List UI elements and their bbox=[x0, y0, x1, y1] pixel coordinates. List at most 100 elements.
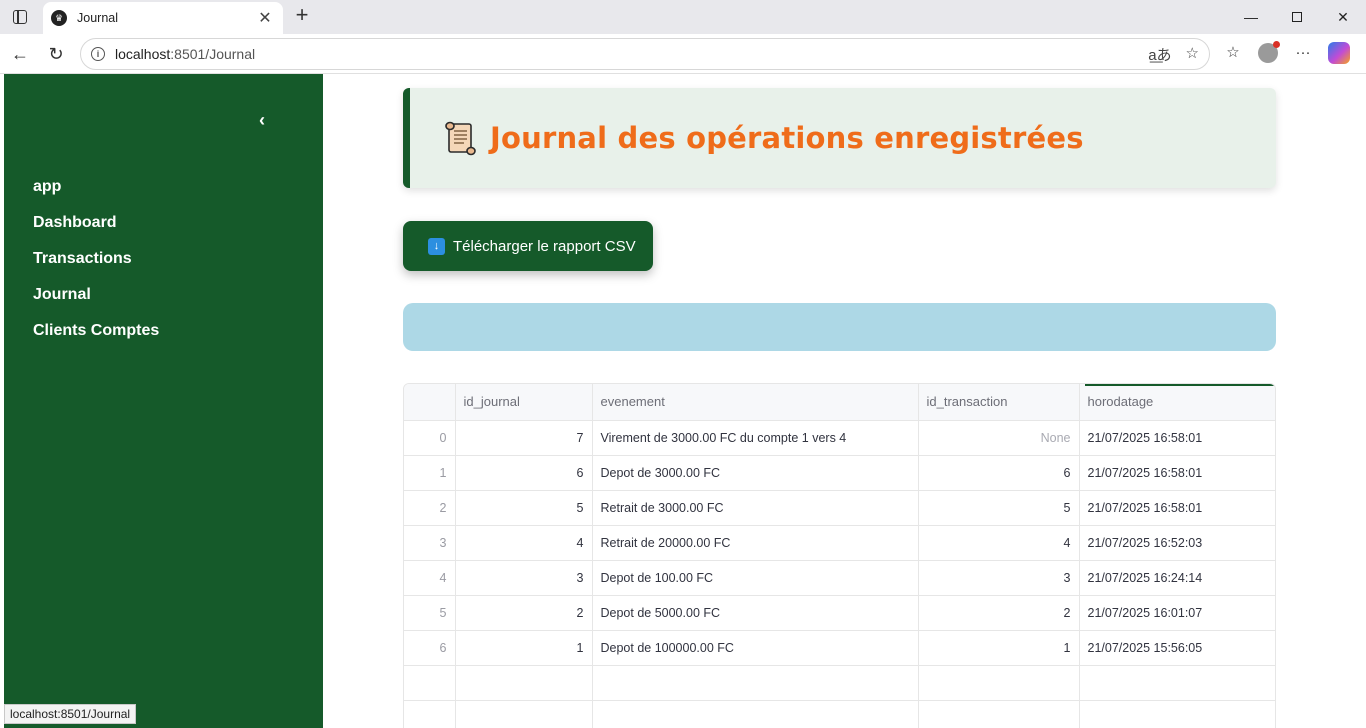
table-row[interactable]: 0 7 Virement de 3000.00 FC du compte 1 v… bbox=[404, 420, 1275, 456]
empty-cell bbox=[455, 700, 593, 728]
info-banner bbox=[403, 303, 1276, 351]
browser-tab[interactable]: ♛ Journal ✕ bbox=[43, 2, 283, 34]
cell-horodatage[interactable]: 21/07/2025 16:58:01 bbox=[1079, 490, 1275, 526]
cell-id-journal[interactable]: 6 bbox=[455, 455, 593, 491]
more-options-icon[interactable]: ··· bbox=[1292, 42, 1314, 64]
cell-horodatage[interactable]: 21/07/2025 16:52:03 bbox=[1079, 525, 1275, 561]
url-field[interactable]: i localhost:8501/Journal a͟あ ☆ bbox=[80, 38, 1210, 70]
table-row[interactable]: 4 3 Depot de 100.00 FC 3 21/07/2025 16:2… bbox=[404, 560, 1275, 596]
sidebar-item-transactions[interactable]: Transactions bbox=[33, 248, 159, 284]
row-index: 2 bbox=[404, 490, 456, 526]
table-empty-row bbox=[404, 665, 1275, 701]
journal-table[interactable]: id_journal evenement id_transaction horo… bbox=[403, 383, 1276, 728]
cell-id-transaction[interactable]: 1 bbox=[918, 630, 1080, 666]
row-index: 5 bbox=[404, 595, 456, 631]
tab-close-icon[interactable]: ✕ bbox=[255, 8, 275, 28]
row-index: 0 bbox=[404, 420, 456, 456]
site-info-icon[interactable]: i bbox=[91, 47, 105, 61]
cell-id-journal[interactable]: 4 bbox=[455, 525, 593, 561]
table-row[interactable]: 5 2 Depot de 5000.00 FC 2 21/07/2025 16:… bbox=[404, 595, 1275, 631]
back-arrow-icon[interactable]: ← bbox=[8, 42, 32, 66]
sidebar-item-app[interactable]: app bbox=[33, 176, 159, 212]
cell-horodatage[interactable]: 21/07/2025 16:58:01 bbox=[1079, 420, 1275, 456]
sidebar-item-clients-comptes[interactable]: Clients Comptes bbox=[33, 320, 159, 356]
empty-cell bbox=[592, 665, 919, 701]
column-header-evenement[interactable]: evenement bbox=[592, 384, 919, 421]
down-arrow-icon: ↓ bbox=[428, 237, 445, 255]
streamlit-favicon-icon: ♛ bbox=[51, 10, 67, 26]
sidebar-item-dashboard[interactable]: Dashboard bbox=[33, 212, 159, 248]
download-csv-button[interactable]: ↓ Télécharger le rapport CSV bbox=[403, 221, 653, 271]
url-path: :8501/Journal bbox=[170, 46, 256, 62]
page-title: Journal des opérations enregistrées bbox=[490, 121, 1084, 155]
cell-evenement[interactable]: Retrait de 3000.00 FC bbox=[592, 490, 919, 526]
favorites-list-icon[interactable]: ☆ bbox=[1222, 42, 1244, 64]
sidebar-item-journal[interactable]: Journal bbox=[33, 284, 159, 320]
empty-cell bbox=[455, 665, 593, 701]
reload-icon[interactable]: ↻ bbox=[44, 42, 68, 66]
download-csv-label: Télécharger le rapport CSV bbox=[453, 237, 636, 255]
cell-horodatage[interactable]: 21/07/2025 16:24:14 bbox=[1079, 560, 1275, 596]
column-header-id-transaction[interactable]: id_transaction bbox=[918, 384, 1080, 421]
cell-evenement[interactable]: Depot de 3000.00 FC bbox=[592, 455, 919, 491]
row-index: 3 bbox=[404, 525, 456, 561]
minimize-icon[interactable]: — bbox=[1228, 4, 1274, 30]
table-header-row: id_journal evenement id_transaction horo… bbox=[404, 384, 1275, 421]
cell-horodatage[interactable]: 21/07/2025 15:56:05 bbox=[1079, 630, 1275, 666]
row-index: 4 bbox=[404, 560, 456, 596]
tab-title: Journal bbox=[77, 11, 118, 25]
url-text: localhost:8501/Journal bbox=[115, 46, 255, 62]
table-row[interactable]: 1 6 Depot de 3000.00 FC 6 21/07/2025 16:… bbox=[404, 455, 1275, 491]
link-status-tooltip: localhost:8501/Journal bbox=[4, 704, 137, 724]
cell-id-journal[interactable]: 1 bbox=[455, 630, 593, 666]
empty-cell bbox=[592, 700, 919, 728]
main-content: Journal des opérations enregistrées ↓ Té… bbox=[323, 74, 1366, 728]
favorite-star-icon[interactable]: ☆ bbox=[1186, 44, 1199, 65]
cell-horodatage[interactable]: 21/07/2025 16:01:07 bbox=[1079, 595, 1275, 631]
close-window-icon[interactable]: ✕ bbox=[1320, 4, 1366, 30]
cell-id-transaction[interactable]: 6 bbox=[918, 455, 1080, 491]
new-tab-icon[interactable]: + bbox=[290, 4, 314, 28]
address-bar: ← ↻ i localhost:8501/Journal a͟あ ☆ ☆ ··· bbox=[0, 34, 1366, 74]
column-header-horodatage[interactable]: horodatage bbox=[1079, 384, 1275, 421]
table-empty-row bbox=[404, 700, 1275, 728]
table-row[interactable]: 6 1 Depot de 100000.00 FC 1 21/07/2025 1… bbox=[404, 630, 1275, 666]
maximize-icon[interactable] bbox=[1274, 4, 1320, 30]
column-header-id-journal[interactable]: id_journal bbox=[455, 384, 593, 421]
row-index: 6 bbox=[404, 630, 456, 666]
empty-cell bbox=[918, 665, 1080, 701]
cell-evenement[interactable]: Depot de 5000.00 FC bbox=[592, 595, 919, 631]
empty-cell bbox=[404, 700, 456, 728]
collapse-sidebar-icon[interactable]: ‹ bbox=[252, 110, 272, 130]
page-header-card: Journal des opérations enregistrées bbox=[403, 88, 1276, 188]
table-row[interactable]: 3 4 Retrait de 20000.00 FC 4 21/07/2025 … bbox=[404, 525, 1275, 561]
cell-horodatage[interactable]: 21/07/2025 16:58:01 bbox=[1079, 455, 1275, 491]
cell-id-transaction[interactable]: 3 bbox=[918, 560, 1080, 596]
cell-id-journal[interactable]: 5 bbox=[455, 490, 593, 526]
empty-cell bbox=[918, 700, 1080, 728]
table-row[interactable]: 2 5 Retrait de 3000.00 FC 5 21/07/2025 1… bbox=[404, 490, 1275, 526]
browser-tab-bar: ♛ Journal ✕ + — ✕ bbox=[0, 0, 1366, 34]
sidebar: ‹ app Dashboard Transactions Journal Cli… bbox=[4, 74, 323, 728]
sidebar-nav: app Dashboard Transactions Journal Clien… bbox=[33, 176, 159, 356]
empty-cell bbox=[1079, 665, 1275, 701]
table-toolbar-accent bbox=[1085, 384, 1275, 386]
empty-cell bbox=[1079, 700, 1275, 728]
profile-avatar-icon[interactable] bbox=[1258, 41, 1280, 63]
cell-id-transaction[interactable]: None bbox=[918, 420, 1080, 456]
tab-actions-icon[interactable] bbox=[8, 6, 32, 28]
scroll-icon bbox=[445, 121, 476, 156]
cell-id-transaction[interactable]: 2 bbox=[918, 595, 1080, 631]
cell-id-journal[interactable]: 2 bbox=[455, 595, 593, 631]
cell-evenement[interactable]: Depot de 100000.00 FC bbox=[592, 630, 919, 666]
cell-id-journal[interactable]: 7 bbox=[455, 420, 593, 456]
cell-evenement[interactable]: Depot de 100.00 FC bbox=[592, 560, 919, 596]
cell-evenement[interactable]: Virement de 3000.00 FC du compte 1 vers … bbox=[592, 420, 919, 456]
cell-id-transaction[interactable]: 4 bbox=[918, 525, 1080, 561]
cell-id-transaction[interactable]: 5 bbox=[918, 490, 1080, 526]
cell-id-journal[interactable]: 3 bbox=[455, 560, 593, 596]
read-aloud-icon[interactable]: a͟あ bbox=[1148, 44, 1171, 65]
cell-evenement[interactable]: Retrait de 20000.00 FC bbox=[592, 525, 919, 561]
column-header-index[interactable] bbox=[404, 384, 456, 421]
copilot-icon[interactable] bbox=[1328, 42, 1350, 64]
